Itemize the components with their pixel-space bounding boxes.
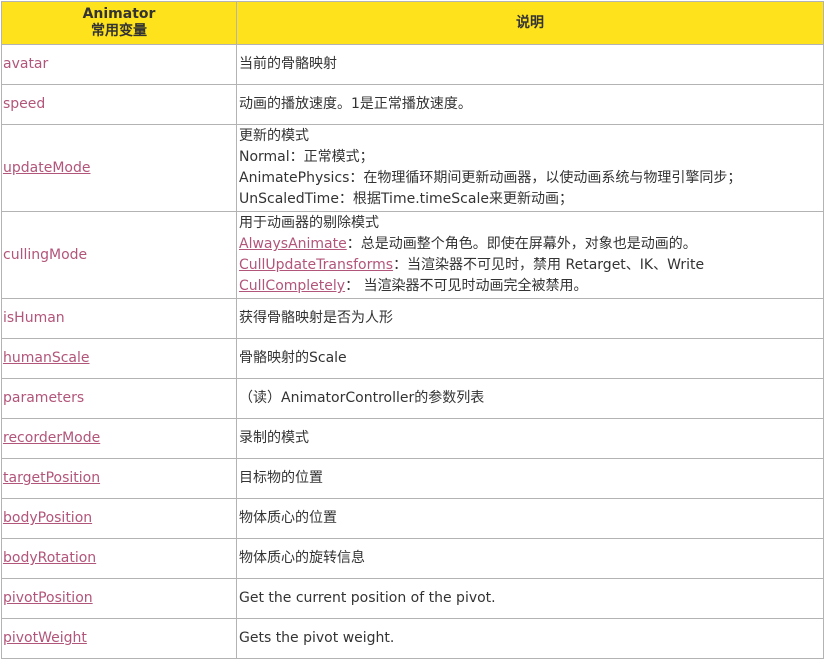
variable-description: 录制的模式 — [236, 418, 824, 459]
variable-name-link[interactable]: humanScale — [3, 350, 90, 366]
variable-name: isHuman — [1, 298, 237, 339]
header-description: 说明 — [236, 1, 824, 45]
table-row: humanScale 骨骼映射的Scale — [1, 338, 824, 379]
variable-description: 当前的骨骼映射 — [236, 44, 824, 85]
variable-description: 物体质心的位置 — [236, 498, 824, 539]
variable-description: 用于动画器的剔除模式 AlwaysAnimate：总是动画整个角色。即使在屏幕外… — [236, 211, 824, 299]
table-row: recorderMode 录制的模式 — [1, 418, 824, 459]
variable-name-link[interactable]: pivotPosition — [3, 590, 93, 606]
always-animate-text: ：总是动画整个角色。即使在屏幕外，对象也是动画的。 — [346, 236, 697, 252]
table-row: cullingMode 用于动画器的剔除模式 AlwaysAnimate：总是动… — [1, 211, 824, 299]
variable-name: updateMode — [1, 124, 237, 212]
variable-name: parameters — [1, 378, 237, 419]
variable-name-link[interactable]: updateMode — [3, 160, 90, 176]
variable-description: 目标物的位置 — [236, 458, 824, 499]
variable-name-link[interactable]: pivotWeight — [3, 630, 87, 646]
table-row: bodyRotation 物体质心的旋转信息 — [1, 538, 824, 579]
table-row: isHuman 获得骨骼映射是否为人形 — [1, 298, 824, 339]
table-row: pivotWeight Gets the pivot weight. — [1, 618, 824, 659]
variable-name: avatar — [1, 44, 237, 85]
description-line: UnScaledTime：根据Time.timeScale来更新动画； — [239, 191, 573, 207]
variable-name-text: speed — [3, 96, 46, 112]
variable-name: recorderMode — [1, 418, 237, 459]
variable-name-text: cullingMode — [3, 246, 88, 263]
description-line: AnimatePhysics：在物理循环期间更新动画器，以使动画系统与物理引擎同… — [239, 170, 742, 186]
variable-description: 更新的模式 Normal：正常模式； AnimatePhysics：在物理循环期… — [236, 124, 824, 212]
cull-completely-text: ： 当渲染器不可见时动画完全被禁用。 — [345, 278, 588, 294]
header-variable-line2: 常用变量 — [91, 23, 147, 39]
cull-update-transforms-text: ：当渲染器不可见时，禁用 Retarget、IK、Write — [393, 257, 705, 273]
variable-description: 物体质心的旋转信息 — [236, 538, 824, 579]
table-row: targetPosition 目标物的位置 — [1, 458, 824, 499]
variable-name: cullingMode — [1, 211, 237, 299]
variable-description: Get the current position of the pivot. — [236, 578, 824, 619]
description-line: Normal：正常模式； — [239, 149, 374, 165]
variable-name: pivotWeight — [1, 618, 237, 659]
table-header-row: Animator 常用变量 说明 — [1, 1, 824, 45]
table-row: updateMode 更新的模式 Normal：正常模式； AnimatePhy… — [1, 124, 824, 212]
variable-name: bodyPosition — [1, 498, 237, 539]
header-variable-line1: Animator — [82, 6, 156, 22]
variable-name-link[interactable]: recorderMode — [3, 430, 100, 446]
description-line: AlwaysAnimate：总是动画整个角色。即使在屏幕外，对象也是动画的。 — [239, 234, 823, 255]
table-row: pivotPosition Get the current position o… — [1, 578, 824, 619]
variable-description: 骨骼映射的Scale — [236, 338, 824, 379]
variable-name: speed — [1, 84, 237, 125]
variable-name: targetPosition — [1, 458, 237, 499]
variable-description: （读）AnimatorController的参数列表 — [236, 378, 824, 419]
description-line: CullCompletely： 当渲染器不可见时动画完全被禁用。 — [239, 276, 823, 297]
variable-name: bodyRotation — [1, 538, 237, 579]
table-row: parameters （读）AnimatorController的参数列表 — [1, 378, 824, 419]
variable-name: pivotPosition — [1, 578, 237, 619]
description-line: 更新的模式 — [239, 128, 309, 144]
header-variable: Animator 常用变量 — [1, 1, 237, 45]
cull-update-transforms-link[interactable]: CullUpdateTransforms — [239, 257, 393, 273]
variable-description: 获得骨骼映射是否为人形 — [236, 298, 824, 339]
variable-description: Gets the pivot weight. — [236, 618, 824, 659]
description-line: CullUpdateTransforms：当渲染器不可见时，禁用 Retarge… — [239, 255, 823, 276]
table-row: bodyPosition 物体质心的位置 — [1, 498, 824, 539]
animator-variables-table: Animator 常用变量 说明 avatar 当前的骨骼映射 speed 动画… — [1, 1, 824, 659]
table-row: speed 动画的播放速度。1是正常播放速度。 — [1, 84, 824, 125]
cull-completely-link[interactable]: CullCompletely — [239, 278, 345, 294]
always-animate-link[interactable]: AlwaysAnimate — [239, 236, 347, 252]
variable-name-link[interactable]: bodyRotation — [3, 550, 96, 566]
variable-name-text: parameters — [3, 390, 85, 406]
variable-name-text: avatar — [3, 56, 49, 72]
variable-name-link[interactable]: bodyPosition — [3, 510, 92, 526]
variable-description: 动画的播放速度。1是正常播放速度。 — [236, 84, 824, 125]
variable-name-text: isHuman — [3, 310, 65, 326]
variable-name: humanScale — [1, 338, 237, 379]
table-row: avatar 当前的骨骼映射 — [1, 44, 824, 85]
description-line: 用于动画器的剔除模式 — [239, 215, 379, 231]
variable-name-link[interactable]: targetPosition — [3, 470, 100, 486]
